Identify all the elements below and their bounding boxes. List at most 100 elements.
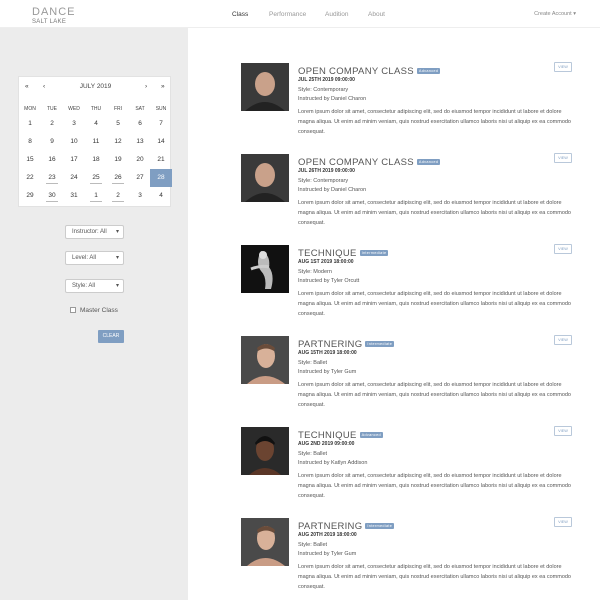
calendar-day[interactable]: 8 — [19, 133, 41, 151]
calendar: « ‹ JULY 2019 › » MON TUE WED THU FRI SA… — [18, 76, 172, 207]
weekday-label: SUN — [155, 106, 167, 112]
calendar-day[interactable]: 11 — [85, 133, 107, 151]
class-description: Lorem ipsum dolor sit amet, consectetur … — [298, 564, 571, 590]
next-year-icon[interactable]: » — [161, 83, 165, 90]
class-title: TECHNIQUE Intermediate — [298, 248, 389, 259]
class-title: TECHNIQUE Advanced — [298, 430, 383, 441]
class-description: Lorem ipsum dolor sit amet, consectetur … — [298, 291, 571, 317]
create-account-menu[interactable]: Create Account ▾ — [534, 11, 576, 17]
instructor-photo — [241, 154, 289, 202]
level-badge: Intermediate — [365, 523, 395, 529]
nav-about[interactable]: About — [368, 11, 385, 18]
calendar-day[interactable]: 18 — [85, 151, 107, 169]
calendar-day[interactable]: 4 — [150, 187, 172, 205]
nav-class[interactable]: Class — [232, 11, 248, 18]
next-month-icon[interactable]: › — [145, 83, 147, 90]
calendar-day[interactable]: 4 — [85, 115, 107, 133]
view-button[interactable]: VIEW — [554, 426, 572, 436]
instructor-select[interactable]: Instructor: All — [65, 225, 124, 239]
class-style: Style: Modern — [298, 269, 332, 275]
calendar-day[interactable]: 29 — [19, 187, 41, 205]
main-nav: Class Performance Audition About — [0, 11, 600, 21]
calendar-day[interactable]: 17 — [63, 151, 85, 169]
calendar-weekdays: MON TUE WED THU FRI SAT SUN — [19, 106, 172, 114]
calendar-day[interactable]: 23 — [41, 169, 63, 187]
class-title: OPEN COMPANY CLASS Advanced — [298, 66, 441, 77]
view-button[interactable]: VIEW — [554, 153, 572, 163]
class-date: AUG 15TH 2019 18:00:00 — [298, 350, 357, 356]
nav-performance[interactable]: Performance — [269, 11, 306, 18]
class-date: JUL 25TH 2019 09:00:00 — [298, 77, 355, 83]
calendar-day[interactable]: 30 — [41, 187, 63, 205]
class-instructor: Instructed by Katlyn Addison — [298, 460, 368, 466]
class-instructor: Instructed by Daniel Charon — [298, 187, 367, 193]
calendar-month[interactable]: JULY 2019 — [19, 83, 172, 90]
calendar-day[interactable]: 16 — [41, 151, 63, 169]
class-description: Lorem ipsum dolor sit amet, consectetur … — [298, 109, 571, 135]
calendar-day[interactable]: 12 — [107, 133, 129, 151]
calendar-day[interactable]: 2 — [41, 115, 63, 133]
view-button[interactable]: VIEW — [554, 335, 572, 345]
level-badge: Intermediate — [365, 341, 395, 347]
level-select[interactable]: Level: All — [65, 251, 124, 265]
class-title: PARTNERING Intermediate — [298, 339, 395, 350]
calendar-day[interactable]: 15 — [19, 151, 41, 169]
weekday-label: TUE — [47, 106, 57, 112]
calendar-day[interactable]: 7 — [150, 115, 172, 133]
calendar-day[interactable]: 10 — [63, 133, 85, 151]
calendar-day[interactable]: 5 — [107, 115, 129, 133]
calendar-day[interactable]: 13 — [129, 133, 151, 151]
view-button[interactable]: VIEW — [554, 244, 572, 254]
class-title-text: TECHNIQUE — [298, 248, 357, 259]
clear-button[interactable]: CLEAR — [98, 330, 124, 343]
checkbox-icon[interactable] — [70, 307, 76, 313]
class-instructor: Instructed by Tyler Gum — [298, 369, 357, 375]
calendar-day[interactable]: 22 — [19, 169, 41, 187]
calendar-day[interactable]: 25 — [85, 169, 107, 187]
view-button[interactable]: VIEW — [554, 62, 572, 72]
class-card: TECHNIQUE Intermediate AUG 1ST 2019 18:00:… — [241, 244, 575, 325]
class-card: PARTNERING Intermediate AUG 15TH 2019 18:0… — [241, 335, 575, 416]
calendar-day[interactable]: 1 — [19, 115, 41, 133]
class-title-text: OPEN COMPANY CLASS — [298, 157, 414, 168]
class-style: Style: Contemporary — [298, 87, 349, 93]
calendar-day[interactable]: 9 — [41, 133, 63, 151]
class-title: PARTNERING Intermediate — [298, 521, 395, 532]
calendar-day[interactable]: 31 — [63, 187, 85, 205]
class-title: OPEN COMPANY CLASS Advanced — [298, 157, 441, 168]
calendar-day[interactable]: 3 — [63, 115, 85, 133]
calendar-day[interactable]: 19 — [107, 151, 129, 169]
instructor-photo — [241, 336, 289, 384]
class-description: Lorem ipsum dolor sit amet, consectetur … — [298, 473, 571, 499]
calendar-day[interactable]: 24 — [63, 169, 85, 187]
instructor-photo — [241, 518, 289, 566]
instructor-photo — [241, 245, 289, 293]
instructor-photo — [241, 427, 289, 475]
calendar-day[interactable]: 6 — [129, 115, 151, 133]
class-card: TECHNIQUE Advanced AUG 2ND 2019 09:00:00 St… — [241, 426, 575, 507]
calendar-day[interactable]: 27 — [129, 169, 151, 187]
class-date: AUG 2ND 2019 09:00:00 — [298, 441, 355, 447]
master-class-checkbox[interactable]: Master Class — [70, 307, 118, 314]
class-style: Style: Ballet — [298, 360, 328, 366]
weekday-label: WED — [68, 106, 80, 112]
level-badge: Advanced — [359, 432, 383, 438]
view-button[interactable]: VIEW — [554, 517, 572, 527]
calendar-day[interactable]: 2 — [107, 187, 129, 205]
calendar-day[interactable]: 28 — [150, 169, 172, 187]
class-date: JUL 26TH 2019 09:00:00 — [298, 168, 355, 174]
level-badge: Advanced — [416, 159, 441, 165]
class-date: AUG 20TH 2019 18:00:00 — [298, 532, 357, 538]
nav-audition[interactable]: Audition — [325, 11, 349, 18]
class-card: OPEN COMPANY CLASS Advanced JUL 26TH 2019 … — [241, 153, 575, 234]
class-date: AUG 1ST 2019 18:00:00 — [298, 259, 354, 265]
calendar-day[interactable]: 21 — [150, 151, 172, 169]
calendar-day[interactable]: 26 — [107, 169, 129, 187]
calendar-day[interactable]: 14 — [150, 133, 172, 151]
calendar-day[interactable]: 1 — [85, 187, 107, 205]
calendar-day[interactable]: 3 — [129, 187, 151, 205]
calendar-day[interactable]: 20 — [129, 151, 151, 169]
class-style: Style: Ballet — [298, 451, 328, 457]
style-select[interactable]: Style: All — [65, 279, 124, 293]
class-title-text: PARTNERING — [298, 339, 363, 350]
